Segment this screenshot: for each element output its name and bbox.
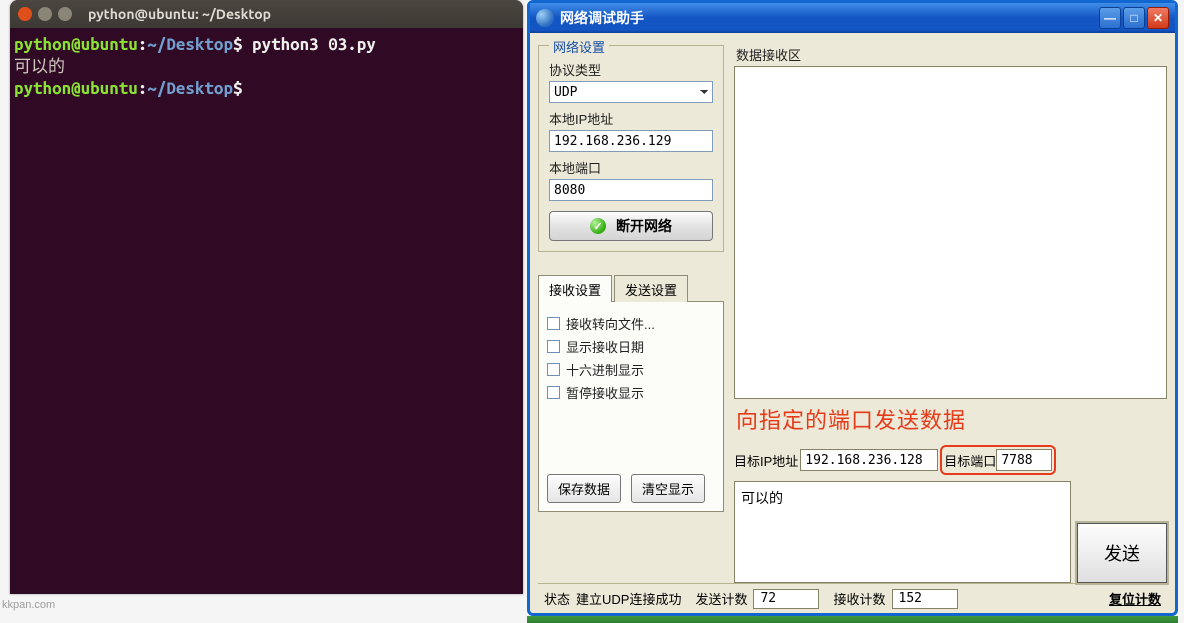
network-settings-group: 网络设置 协议类型 UDP 本地IP地址 本地端口 ✓ 断开网络: [538, 45, 724, 252]
minimize-button[interactable]: —: [1099, 7, 1121, 29]
sendcount-value: 72: [753, 589, 819, 609]
terminal-minimize-icon[interactable]: [38, 7, 52, 21]
chk-pause[interactable]: [547, 386, 560, 399]
maximize-button[interactable]: □: [1123, 7, 1145, 29]
receive-textarea[interactable]: [734, 66, 1167, 399]
net-titlebar[interactable]: 网络调试助手 — □ ✕: [530, 3, 1175, 33]
recvcount-value: 152: [892, 589, 958, 609]
local-port-input[interactable]: [549, 179, 713, 201]
target-port-label: 目标端口: [944, 451, 996, 470]
check-icon: ✓: [590, 218, 606, 234]
prompt-user: python@ubuntu: [14, 35, 138, 54]
status-bar: 状态 建立UDP连接成功 发送计数 72 接收计数 152 复位计数: [538, 583, 1167, 613]
tab-send-settings[interactable]: 发送设置: [614, 275, 688, 302]
clear-display-button[interactable]: 清空显示: [631, 474, 705, 503]
terminal-close-icon[interactable]: [18, 7, 32, 21]
terminal-titlebar[interactable]: python@ubuntu: ~/Desktop: [10, 0, 523, 28]
close-button[interactable]: ✕: [1147, 7, 1169, 29]
terminal-title: python@ubuntu: ~/Desktop: [88, 6, 271, 22]
recv-settings-tabs: 接收设置 发送设置 接收转向文件... 显示接收日期 十六进制显示 暂停接收显示…: [538, 274, 724, 512]
chk-showdate[interactable]: [547, 340, 560, 353]
group-title: 网络设置: [549, 37, 609, 56]
status-label: 状态: [544, 589, 570, 608]
command-line: python3 03.py: [252, 35, 376, 54]
status-text: 建立UDP连接成功: [576, 589, 681, 608]
recv-area-label: 数据接收区: [736, 45, 1167, 64]
disconnect-button[interactable]: ✓ 断开网络: [549, 211, 713, 241]
app-icon: [536, 9, 554, 27]
prompt-path: ~/Desktop: [147, 79, 233, 98]
chk-redirect[interactable]: [547, 317, 560, 330]
terminal-maximize-icon[interactable]: [58, 7, 72, 21]
data-panel: 数据接收区 向指定的端口发送数据 目标IP地址 目标端口 可以的 发送: [734, 37, 1167, 583]
local-ip-input[interactable]: [549, 130, 713, 152]
prompt-path: ~/Desktop: [147, 35, 233, 54]
target-port-input[interactable]: [996, 449, 1052, 471]
send-button[interactable]: 发送: [1077, 523, 1167, 583]
target-ip-label: 目标IP地址: [734, 451, 798, 470]
chk-hex[interactable]: [547, 363, 560, 376]
terminal-output: 可以的: [14, 57, 65, 76]
recvcount-label: 接收计数: [833, 589, 885, 608]
tab-recv-settings[interactable]: 接收设置: [538, 275, 612, 302]
save-data-button[interactable]: 保存数据: [547, 474, 621, 503]
target-ip-input[interactable]: [800, 449, 938, 471]
terminal-window: python@ubuntu: ~/Desktop python@ubuntu:~…: [10, 0, 523, 594]
watermark: kkpan.com: [2, 599, 55, 611]
network-assistant-window: 网络调试助手 — □ ✕ 网络设置 协议类型 UDP 本地IP地址 本地端口: [527, 0, 1178, 616]
protocol-select[interactable]: UDP: [549, 81, 713, 103]
local-ip-label: 本地IP地址: [549, 109, 713, 128]
terminal-body[interactable]: python@ubuntu:~/Desktop$ python3 03.py 可…: [10, 28, 523, 106]
annotation-text: 向指定的端口发送数据: [734, 399, 1167, 445]
prompt-user: python@ubuntu: [14, 79, 138, 98]
taskbar-sliver: [527, 616, 1178, 623]
settings-panel: 网络设置 协议类型 UDP 本地IP地址 本地端口 ✓ 断开网络: [538, 37, 724, 583]
target-row: 目标IP地址 目标端口: [734, 445, 1167, 475]
sendcount-label: 发送计数: [695, 589, 747, 608]
net-title: 网络调试助手: [560, 8, 1099, 28]
reset-count-link[interactable]: 复位计数: [1109, 589, 1161, 608]
port-highlight: 目标端口: [940, 445, 1056, 475]
protocol-label: 协议类型: [549, 60, 713, 79]
send-textarea[interactable]: 可以的: [734, 481, 1071, 583]
local-port-label: 本地端口: [549, 158, 713, 177]
